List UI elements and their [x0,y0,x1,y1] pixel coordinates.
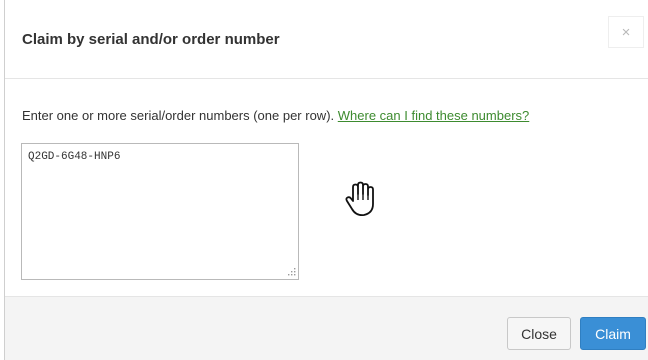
resize-grip-icon[interactable] [286,266,296,276]
dialog-footer: Close Claim [5,296,648,360]
close-button[interactable]: Close [507,317,571,350]
close-icon[interactable]: × [608,16,644,48]
claim-dialog: Claim by serial and/or order number × En… [4,0,648,360]
serial-numbers-input[interactable]: Q2GD-6G48-HNP6 [21,143,299,280]
instructions-text: Enter one or more serial/order numbers (… [22,108,529,123]
instructions-label: Enter one or more serial/order numbers (… [22,108,335,123]
claim-button[interactable]: Claim [580,317,646,350]
hand-cursor-icon [345,181,374,217]
dialog-title: Claim by serial and/or order number [22,31,280,48]
help-link[interactable]: Where can I find these numbers? [338,108,530,123]
dialog-header: Claim by serial and/or order number × [5,0,648,79]
